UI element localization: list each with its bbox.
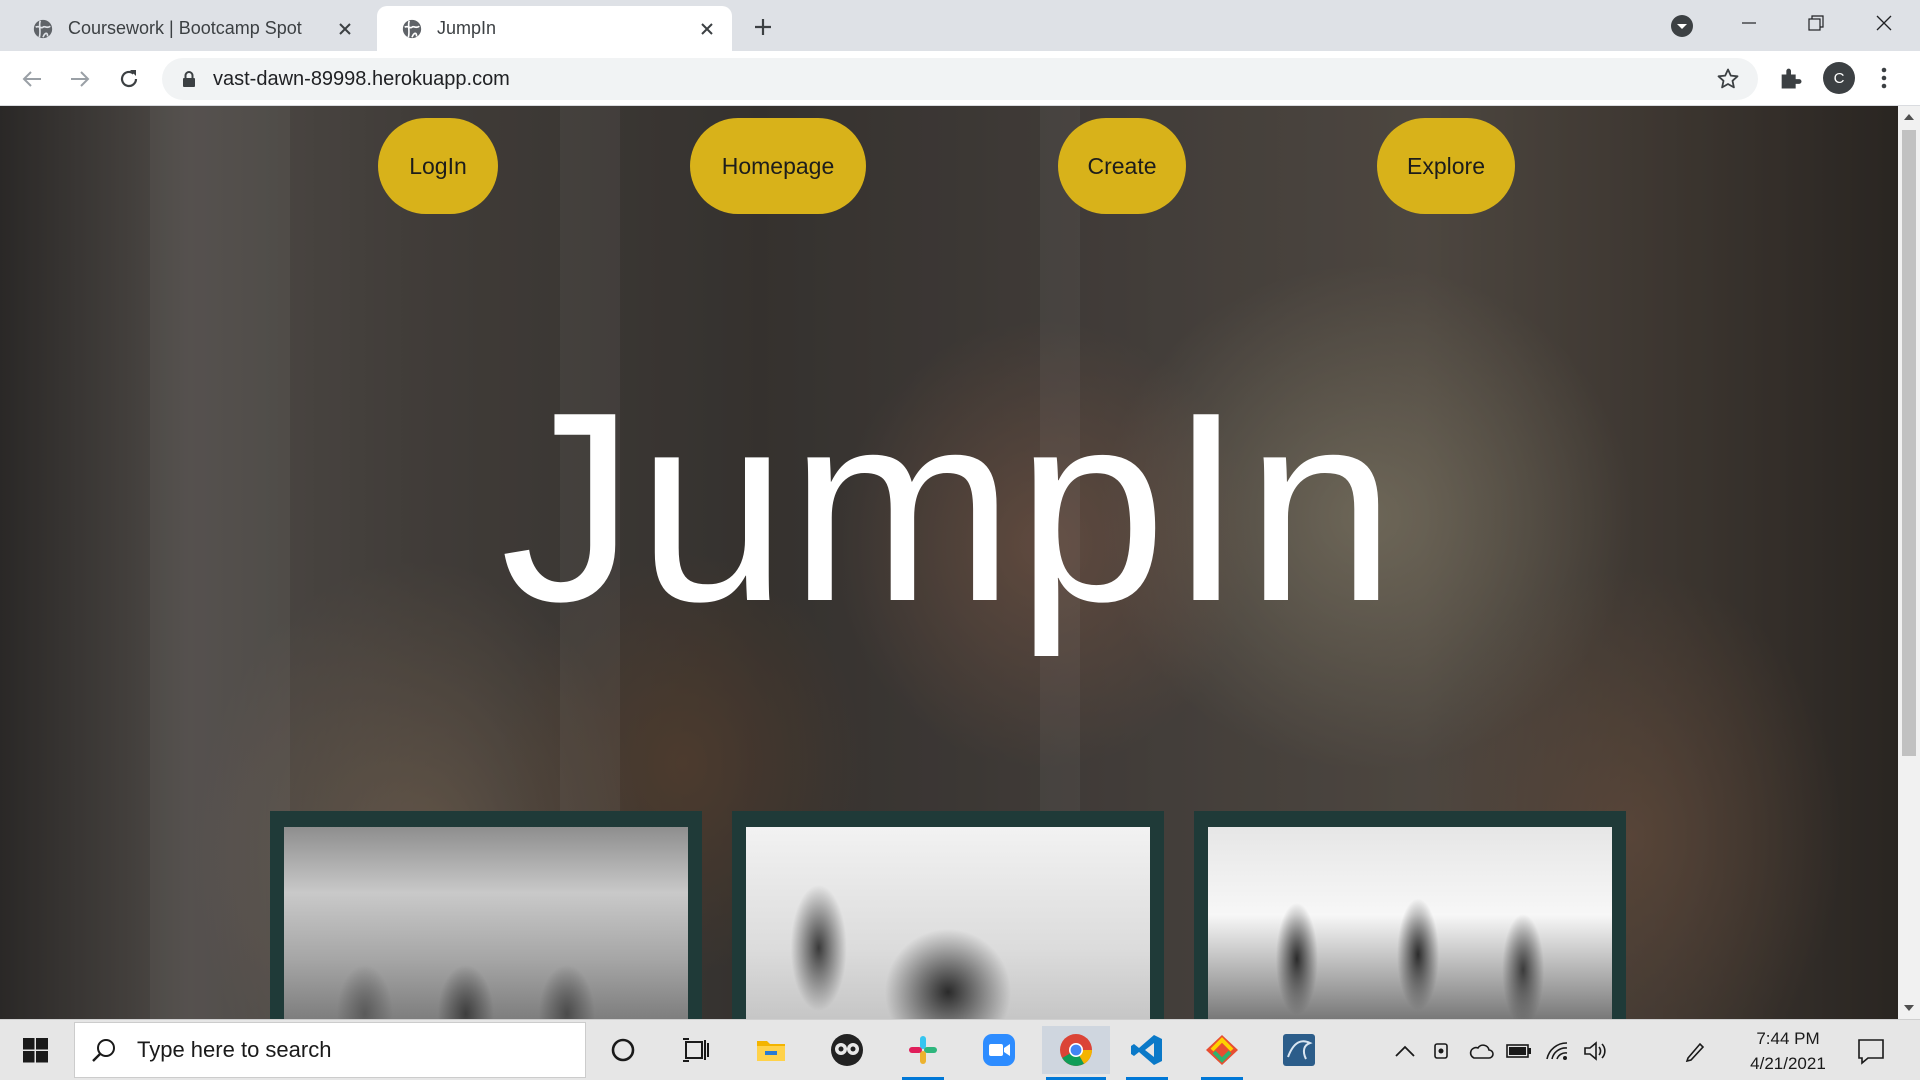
meet-now-icon[interactable]	[1428, 1036, 1458, 1066]
create-button[interactable]: Create	[1058, 118, 1186, 214]
extensions-icon[interactable]	[1777, 64, 1805, 92]
page-viewport: LogIn Homepage Create Explore JumpIn	[0, 106, 1898, 1019]
file-explorer-icon[interactable]	[740, 1026, 802, 1074]
chrome-icon[interactable]	[1042, 1026, 1110, 1080]
search-placeholder: Type here to search	[137, 1037, 332, 1062]
star-icon[interactable]	[1716, 67, 1740, 91]
volume-icon[interactable]	[1580, 1036, 1610, 1066]
pen-icon[interactable]	[1680, 1036, 1710, 1066]
tab-title: Coursework | Bootcamp Spot	[68, 18, 302, 38]
lock-icon[interactable]	[180, 70, 198, 88]
battery-icon[interactable]	[1504, 1036, 1534, 1066]
window-close-button[interactable]	[1855, 6, 1913, 40]
new-tab-button[interactable]	[748, 12, 778, 42]
onedrive-icon[interactable]	[1466, 1036, 1496, 1066]
page-scrollbar[interactable]	[1898, 106, 1920, 1019]
activity-card[interactable]	[270, 811, 702, 1019]
mysql-icon[interactable]	[1268, 1026, 1330, 1074]
activity-card[interactable]	[732, 811, 1164, 1019]
hikers-on-hill-photo	[1208, 827, 1612, 1019]
scrollbar-thumb[interactable]	[1902, 130, 1916, 756]
back-button[interactable]	[16, 63, 48, 95]
windows-logo-icon	[23, 1038, 48, 1063]
start-button[interactable]	[0, 1020, 72, 1080]
homepage-button[interactable]: Homepage	[690, 118, 866, 214]
browser-toolbar: vast-dawn-89998.herokuapp.com C	[0, 51, 1920, 106]
tab-jumpin[interactable]: JumpIn	[377, 6, 732, 51]
close-icon	[1876, 15, 1892, 31]
app-icon[interactable]	[816, 1026, 878, 1074]
basketball-game-photo	[746, 827, 1150, 1019]
plus-icon	[755, 19, 771, 35]
restore-icon	[1808, 15, 1824, 31]
minimize-icon	[1742, 22, 1756, 24]
zoom-icon[interactable]	[968, 1026, 1030, 1074]
scroll-down-arrow-icon[interactable]	[1898, 997, 1920, 1019]
reload-icon	[120, 70, 138, 88]
clock-date: 4/21/2021	[1750, 1054, 1826, 1073]
globe-icon	[402, 19, 422, 38]
git-icon[interactable]	[1191, 1026, 1253, 1080]
tab-search-button[interactable]	[1668, 12, 1696, 40]
avatar[interactable]: C	[1823, 62, 1855, 94]
close-icon[interactable]	[334, 18, 356, 40]
taskbar-search-input[interactable]: Type here to search	[74, 1022, 586, 1078]
address-bar[interactable]: vast-dawn-89998.herokuapp.com	[162, 58, 1758, 100]
tab-coursework[interactable]: Coursework | Bootcamp Spot	[8, 6, 370, 51]
tab-strip: Coursework | Bootcamp Spot JumpIn	[0, 0, 1920, 51]
arrow-right-icon	[71, 71, 90, 87]
slack-icon[interactable]	[892, 1026, 954, 1080]
globe-icon	[33, 19, 53, 38]
task-view-icon[interactable]	[665, 1026, 727, 1074]
restore-button[interactable]	[1787, 6, 1845, 40]
close-icon[interactable]	[696, 18, 718, 40]
chevron-down-icon	[1671, 15, 1693, 37]
explore-button[interactable]: Explore	[1377, 118, 1515, 214]
group-sitting-in-park-photo	[284, 827, 688, 1019]
page-title: JumpIn	[500, 357, 1398, 658]
url-text[interactable]: vast-dawn-89998.herokuapp.com	[213, 68, 510, 91]
clock-time: 7:44 PM	[1756, 1029, 1820, 1048]
activity-card[interactable]	[1194, 811, 1626, 1019]
forward-button[interactable]	[64, 63, 96, 95]
scroll-up-arrow-icon[interactable]	[1898, 106, 1920, 128]
tab-title: JumpIn	[437, 18, 497, 38]
notification-icon[interactable]	[1854, 1034, 1888, 1068]
cortana-icon[interactable]	[592, 1026, 654, 1074]
chevron-up-icon[interactable]	[1390, 1036, 1420, 1066]
wifi-icon[interactable]	[1542, 1036, 1572, 1066]
search-icon	[92, 1039, 115, 1062]
arrow-left-icon	[22, 71, 41, 87]
clock[interactable]: 7:44 PM 4/21/2021	[1728, 1026, 1848, 1076]
vscode-icon[interactable]	[1116, 1026, 1178, 1080]
more-vert-icon[interactable]	[1872, 63, 1896, 93]
reload-button[interactable]	[113, 63, 145, 95]
minimize-button[interactable]	[1720, 6, 1778, 40]
login-button[interactable]: LogIn	[378, 118, 498, 214]
windows-taskbar: Type here to search 7:44 PM 4/21/2021	[0, 1019, 1920, 1080]
